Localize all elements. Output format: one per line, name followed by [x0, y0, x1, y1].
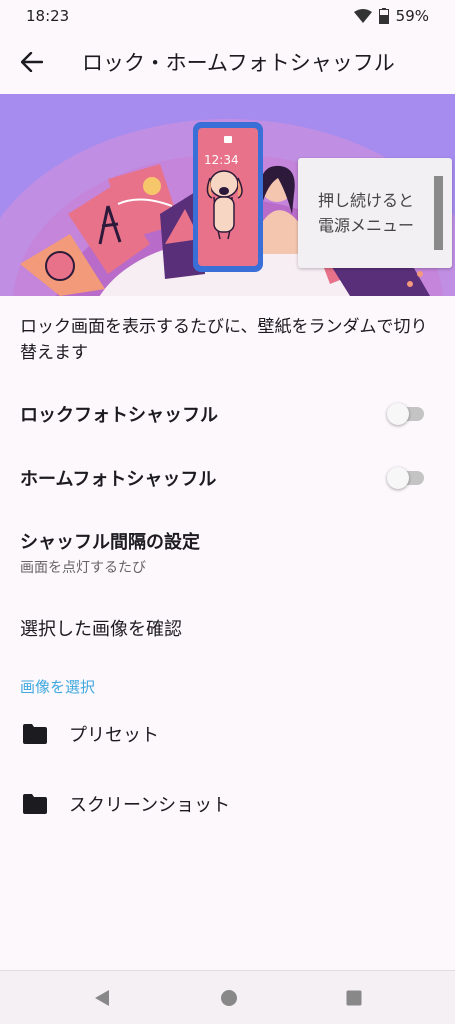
shuffle-interval-row[interactable]: シャッフル間隔の設定 画面を点灯するたび [0, 524, 455, 580]
power-menu-tooltip: 押し続けると 電源メニュー [298, 158, 452, 268]
confirm-images-label: 選択した画像を確認 [20, 619, 182, 640]
confirm-images-row[interactable]: 選択した画像を確認 [0, 606, 455, 650]
circle-home-icon [221, 990, 237, 1006]
toggle-thumb [387, 467, 409, 489]
status-icons: 59% [353, 7, 429, 25]
lock-shuffle-row[interactable]: ロックフォトシャッフル [0, 394, 455, 434]
folder-icon [23, 794, 47, 814]
phone-illustration: 12:34 [193, 122, 263, 272]
lock-shuffle-label: ロックフォトシャッフル [20, 405, 218, 426]
toggle-thumb [387, 403, 409, 425]
folder-preset[interactable]: プリセット [0, 706, 455, 762]
image-section-header: 画像を選択 [20, 678, 96, 696]
status-time: 18:23 [26, 7, 70, 25]
app-bar: ロック・ホームフォトシャッフル [0, 32, 455, 92]
home-shuffle-label: ホームフォトシャッフル [20, 469, 217, 490]
tooltip-line-1: 押し続けると [318, 191, 415, 210]
battery-icon [378, 8, 389, 24]
nav-back-button[interactable] [89, 985, 115, 1011]
tooltip-line-2: 電源メニュー [318, 216, 415, 235]
back-button[interactable] [0, 32, 64, 92]
wifi-icon [353, 9, 372, 23]
tooltip-scroll-indicator [434, 176, 443, 250]
battery-percent: 59% [395, 7, 429, 25]
folder-screenshots[interactable]: スクリーンショット [0, 776, 455, 832]
folder-preset-label: プリセット [69, 725, 159, 746]
home-shuffle-row[interactable]: ホームフォトシャッフル [0, 458, 455, 498]
folder-icon [23, 724, 47, 744]
shuffle-interval-value: 画面を点灯するたび [20, 560, 146, 576]
nav-home-button[interactable] [216, 985, 242, 1011]
feature-description: ロック画面を表示するたびに、壁紙をランダムで切り替えます [20, 317, 428, 363]
lock-shuffle-toggle[interactable] [387, 402, 427, 426]
system-nav-bar [0, 970, 455, 1024]
nav-recents-button[interactable] [341, 985, 367, 1011]
back-arrow-icon [21, 52, 43, 72]
square-recents-icon [346, 990, 362, 1006]
home-shuffle-toggle[interactable] [387, 466, 427, 490]
folder-screenshots-label: スクリーンショット [69, 795, 231, 816]
page-title: ロック・ホームフォトシャッフル [82, 51, 395, 75]
shuffle-interval-label: シャッフル間隔の設定 [20, 532, 200, 553]
status-bar: 18:23 59% [0, 0, 455, 32]
triangle-back-icon [95, 990, 109, 1006]
phone-clock: 12:34 [204, 153, 239, 167]
